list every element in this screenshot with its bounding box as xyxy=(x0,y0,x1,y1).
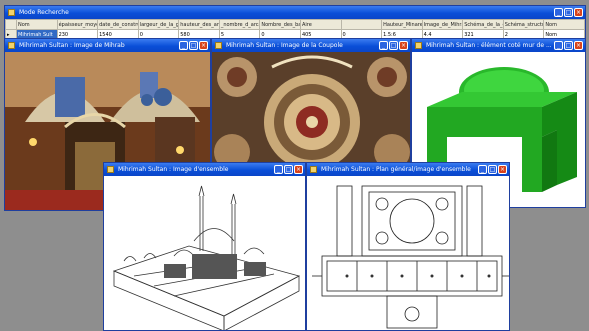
column-header[interactable]: Aire xyxy=(299,19,342,30)
ensemble-window-titlebar[interactable]: Mihrimah Sultan : Image d'ensemble _ □ × xyxy=(104,163,305,176)
element-window-titlebar[interactable]: Mihrimah Sultan : élément coté mur de ..… xyxy=(412,39,585,52)
maximize-button[interactable]: □ xyxy=(389,41,398,50)
column-header[interactable] xyxy=(340,19,383,30)
column-header[interactable]: Nom xyxy=(543,19,585,30)
minimize-button[interactable]: _ xyxy=(274,165,283,174)
maximize-button[interactable]: □ xyxy=(189,41,198,50)
mihrab-window-title: Mihrimah Sultan : Image de Mihrab xyxy=(19,42,125,49)
app-icon xyxy=(107,166,114,173)
results-grid[interactable]: Nom épaisseur_moyenne date_de_construct … xyxy=(5,19,585,40)
app-icon xyxy=(415,42,422,49)
search-window-title: Mode Recherche xyxy=(19,9,69,16)
close-button[interactable]: × xyxy=(498,165,507,174)
column-header[interactable]: épaisseur_moyenne xyxy=(56,19,99,30)
column-header[interactable]: hauteur_des_arcs_ xyxy=(178,19,220,30)
close-button[interactable]: × xyxy=(199,41,208,50)
column-header[interactable]: date_de_construct xyxy=(97,19,139,30)
column-header[interactable]: Schéma_structure xyxy=(502,19,545,30)
close-button[interactable]: × xyxy=(574,41,583,50)
column-header[interactable]: largeur_de_la_gale xyxy=(137,19,180,30)
column-header[interactable]: Nombre_des_balco xyxy=(259,19,301,30)
plan-window-titlebar[interactable]: Mihrimah Sultan : Plan général/image d'e… xyxy=(307,163,509,176)
plan-drawing xyxy=(307,176,509,330)
maximize-button[interactable]: □ xyxy=(488,165,497,174)
minimize-button[interactable]: _ xyxy=(478,165,487,174)
minimize-button[interactable]: _ xyxy=(179,41,188,50)
maximize-button[interactable]: □ xyxy=(564,41,573,50)
plan-window: Mihrimah Sultan : Plan général/image d'e… xyxy=(306,162,510,331)
mihrab-window-titlebar[interactable]: Mihrimah Sultan : Image de Mihrab _ □ × xyxy=(5,39,210,52)
coupole-image xyxy=(212,52,410,165)
plan-window-title: Mihrimah Sultan : Plan général/image d'e… xyxy=(321,166,471,173)
app-icon xyxy=(8,9,15,16)
grid-header-row: Nom épaisseur_moyenne date_de_construct … xyxy=(5,19,585,30)
column-header[interactable]: Nom xyxy=(16,19,58,30)
close-button[interactable]: × xyxy=(399,41,408,50)
app-icon xyxy=(215,42,222,49)
maximize-button[interactable]: □ xyxy=(564,8,573,17)
column-header[interactable]: _nombre_d_arcade xyxy=(218,19,261,30)
column-header[interactable]: Schéma_de_la_cor xyxy=(462,19,504,30)
search-window-titlebar[interactable]: Mode Recherche _ □ × xyxy=(5,6,585,19)
element-window-title: Mihrimah Sultan : élément coté mur de ..… xyxy=(426,42,552,49)
close-button[interactable]: × xyxy=(574,8,583,17)
minimize-button[interactable]: _ xyxy=(554,41,563,50)
close-button[interactable]: × xyxy=(294,165,303,174)
ensemble-window-title: Mihrimah Sultan : Image d'ensemble xyxy=(118,166,229,173)
column-header[interactable]: Hauteur_Minaret_c xyxy=(381,19,423,30)
app-icon xyxy=(310,166,317,173)
coupole-window: Mihrimah Sultan : Image de la Coupole _ … xyxy=(211,38,411,166)
minimize-button[interactable]: _ xyxy=(379,41,388,50)
app-icon xyxy=(8,42,15,49)
coupole-window-titlebar[interactable]: Mihrimah Sultan : Image de la Coupole _ … xyxy=(212,39,410,52)
ensemble-window: Mihrimah Sultan : Image d'ensemble _ □ × xyxy=(103,162,306,331)
coupole-window-title: Mihrimah Sultan : Image de la Coupole xyxy=(226,42,343,49)
minimize-button[interactable]: _ xyxy=(554,8,563,17)
ensemble-drawing xyxy=(104,176,305,330)
column-header[interactable]: Image_de_Mihrab xyxy=(421,19,464,30)
row-header-corner xyxy=(5,19,17,30)
maximize-button[interactable]: □ xyxy=(284,165,293,174)
